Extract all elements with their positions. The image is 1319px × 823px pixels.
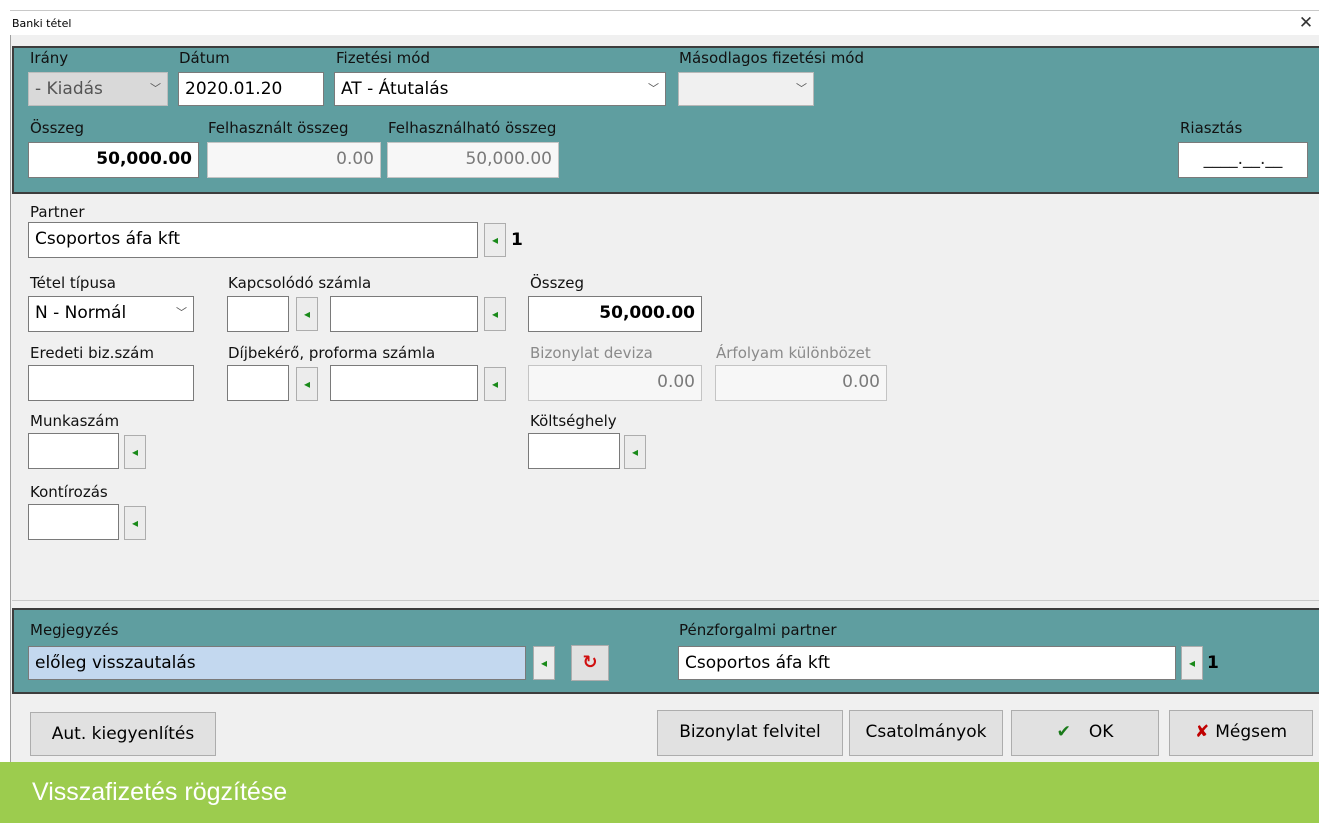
chevron-down-icon: ﹀	[150, 82, 161, 95]
riasztas-input[interactable]: ____.__.__	[1178, 142, 1308, 178]
felhasznalt-osszeg-input[interactable]: 0.00	[207, 142, 381, 178]
arrow-left-icon: ◂	[491, 307, 499, 321]
kapcsolodo-szamla-label: Kapcsolódó számla	[228, 274, 372, 292]
divider	[12, 600, 1319, 601]
tetel-tipusa-label: Tétel típusa	[30, 274, 116, 292]
felhasznalt-osszeg-label: Felhasznált összeg	[208, 119, 349, 137]
dijbekero-input-2[interactable]	[330, 365, 478, 401]
kontirozas-picker[interactable]: ◂	[124, 506, 146, 540]
window-title: Banki tétel	[12, 17, 72, 30]
datum-label: Dátum	[179, 49, 230, 67]
bizonylat-deviza-label: Bizonylat deviza	[530, 344, 653, 362]
caption-banner: Visszafizetés rögzítése	[0, 762, 1319, 823]
arfolyam-kulonbozet-input[interactable]: 0.00	[715, 365, 887, 401]
megjegyzes-picker[interactable]: ◂	[533, 646, 555, 680]
cancel-icon: ✘	[1194, 722, 1210, 742]
csatolmanyok-button[interactable]: Csatolmányok	[849, 710, 1003, 756]
chevron-down-icon: ﹀	[176, 306, 187, 319]
kontirozas-label: Kontírozás	[30, 483, 108, 501]
ok-button[interactable]: ✔ OK	[1011, 710, 1159, 756]
eredeti-biz-szam-label: Eredeti biz.szám	[30, 344, 154, 362]
ok-label: OK	[1088, 722, 1114, 742]
eredeti-biz-szam-input[interactable]	[28, 365, 194, 401]
undo-icon: ↻	[582, 652, 598, 673]
osszeg-main-label: Összeg	[530, 274, 585, 292]
masodlagos-fizetesi-mod-label: Másodlagos fizetési mód	[679, 49, 865, 67]
osszeg-input[interactable]: 50,000.00	[28, 142, 199, 178]
arrow-left-icon: ◂	[303, 307, 311, 321]
arfolyam-kulonbozet-label: Árfolyam különbözet	[716, 344, 871, 362]
penzforgalmi-partner-count: 1	[1207, 653, 1219, 673]
arrow-left-icon: ◂	[131, 445, 139, 459]
irany-select[interactable]: - Kiadás ﹀	[28, 72, 168, 106]
arrow-left-icon: ◂	[540, 656, 548, 670]
koltseghely-input[interactable]	[528, 433, 620, 469]
chevron-down-icon: ﹀	[796, 82, 807, 95]
penzforgalmi-partner-picker[interactable]: ◂	[1181, 646, 1203, 680]
arrow-left-icon: ◂	[491, 377, 499, 391]
partner-picker-button[interactable]: ◂	[484, 223, 506, 257]
osszeg-label: Összeg	[30, 119, 85, 137]
kontirozas-input[interactable]	[28, 504, 119, 540]
megsem-label: Mégsem	[1215, 722, 1288, 742]
munkaszam-picker[interactable]: ◂	[124, 435, 146, 469]
munkaszam-label: Munkaszám	[30, 412, 120, 430]
riasztas-label: Riasztás	[1180, 119, 1243, 137]
arrow-left-icon: ◂	[1188, 656, 1196, 670]
dijbekero-input-1[interactable]	[227, 365, 289, 401]
arrow-left-icon: ◂	[491, 233, 499, 247]
arrow-left-icon: ◂	[631, 445, 639, 459]
tetel-tipusa-value: N - Normál	[35, 303, 127, 323]
felhasznalhato-osszeg-label: Felhasználható összeg	[388, 119, 557, 137]
bizonylat-deviza-input[interactable]: 0.00	[528, 365, 702, 401]
bizonylat-felvitel-button[interactable]: Bizonylat felvitel	[657, 710, 843, 756]
datum-input[interactable]: 2020.01.20	[178, 72, 324, 106]
arrow-left-icon: ◂	[131, 516, 139, 530]
fizetesi-mod-label: Fizetési mód	[336, 49, 430, 67]
tetel-tipusa-select[interactable]: N - Normál ﹀	[28, 296, 194, 332]
dijbekero-label: Díjbekérő, proforma számla	[228, 344, 436, 362]
fizetesi-mod-value: AT - Átutalás	[341, 79, 449, 99]
fizetesi-mod-select[interactable]: AT - Átutalás ﹀	[334, 72, 666, 106]
kapcsolodo-szamla-input-1[interactable]	[227, 296, 289, 332]
irany-label: Irány	[30, 49, 69, 67]
arrow-left-icon: ◂	[303, 377, 311, 391]
partner-label: Partner	[30, 203, 85, 221]
close-icon[interactable]: ✕	[1295, 11, 1317, 36]
reset-button[interactable]: ↻	[571, 645, 609, 681]
munkaszam-input[interactable]	[28, 433, 119, 469]
megjegyzes-label: Megjegyzés	[30, 621, 119, 639]
window-titlebar: Banki tétel ✕	[10, 10, 1319, 35]
osszeg-main-input[interactable]: 50,000.00	[528, 296, 702, 332]
dijbekero-picker-2[interactable]: ◂	[484, 367, 506, 401]
chevron-down-icon: ﹀	[648, 82, 659, 95]
koltseghely-label: Költséghely	[530, 412, 617, 430]
felhasznalhato-osszeg-input[interactable]: 50,000.00	[387, 142, 559, 178]
penzforgalmi-partner-label: Pénzforgalmi partner	[679, 621, 837, 639]
kapcsolodo-szamla-picker-2[interactable]: ◂	[484, 297, 506, 331]
megjegyzes-input[interactable]: előleg visszautalás	[28, 646, 526, 680]
partner-count: 1	[511, 230, 523, 250]
kapcsolodo-szamla-picker-1[interactable]: ◂	[296, 297, 318, 331]
irany-value: - Kiadás	[35, 79, 103, 99]
aut-kiegyenlites-button[interactable]: Aut. kiegyenlítés	[30, 712, 216, 756]
masodlagos-fizetesi-mod-select[interactable]: ﹀	[678, 72, 814, 106]
koltseghely-picker[interactable]: ◂	[624, 435, 646, 469]
partner-input[interactable]: Csoportos áfa kft	[28, 222, 478, 258]
megsem-button[interactable]: ✘ Mégsem	[1169, 710, 1313, 756]
penzforgalmi-partner-input[interactable]: Csoportos áfa kft	[678, 646, 1176, 680]
dijbekero-picker-1[interactable]: ◂	[296, 367, 318, 401]
kapcsolodo-szamla-input-2[interactable]	[330, 296, 478, 332]
check-icon: ✔	[1056, 722, 1071, 742]
